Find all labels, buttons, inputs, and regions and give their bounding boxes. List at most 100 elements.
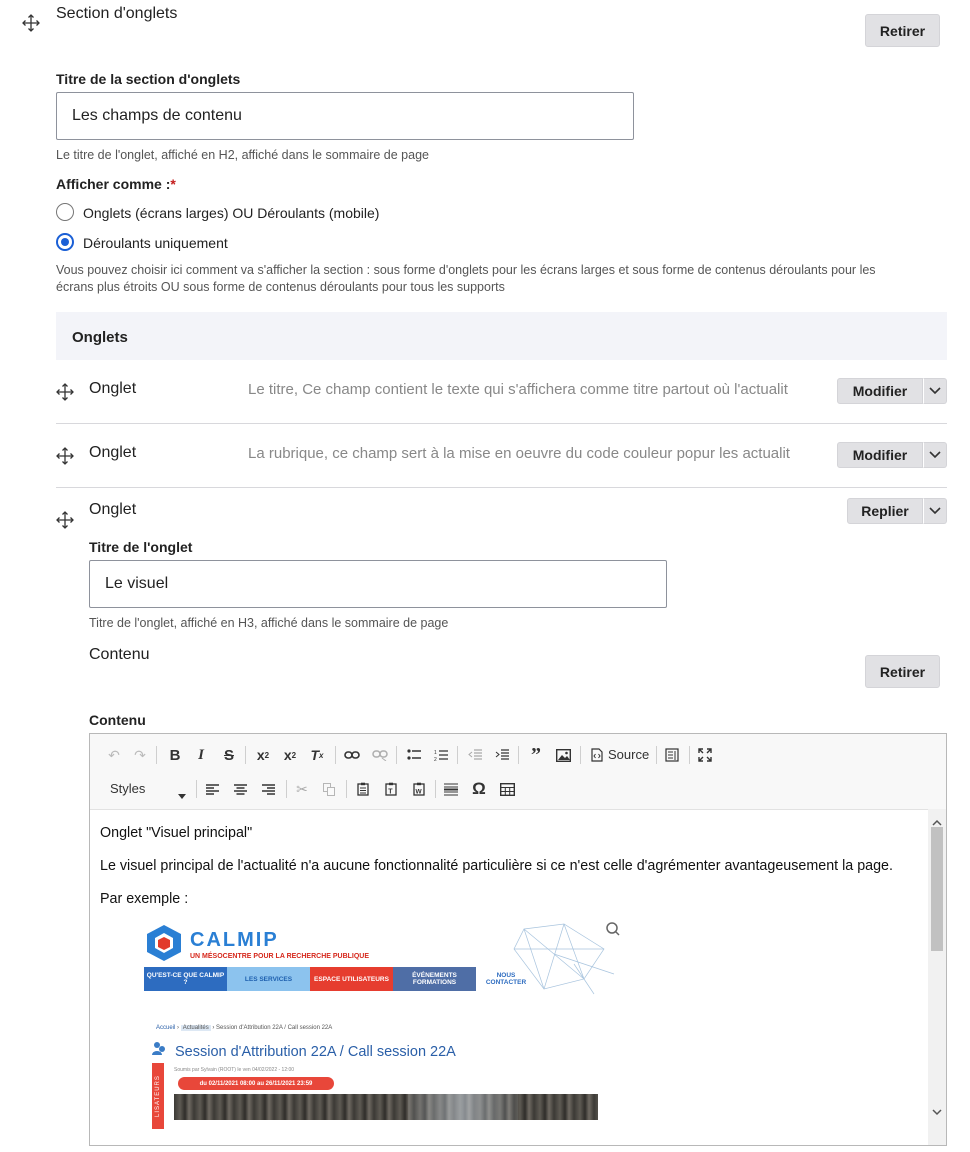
chevron-down-icon[interactable] bbox=[923, 442, 947, 468]
tab-row-summary: Le titre, Ce champ contient le texte qui… bbox=[248, 381, 788, 398]
tab-title-input[interactable]: Le visuel bbox=[89, 560, 667, 608]
fade-overlay bbox=[815, 378, 837, 404]
unlink-icon[interactable] bbox=[369, 744, 391, 766]
editor-scrollbar[interactable] bbox=[928, 809, 946, 1145]
required-mark: * bbox=[170, 176, 176, 192]
row-divider bbox=[56, 487, 947, 488]
image-photo-highlight bbox=[408, 1094, 518, 1120]
indent-icon[interactable] bbox=[491, 744, 513, 766]
image-nav-item: NOUS CONTACTER bbox=[485, 972, 527, 986]
fade-overlay bbox=[815, 442, 837, 468]
radio-tabs-or-dropdowns[interactable] bbox=[56, 203, 74, 221]
outdent-icon[interactable] bbox=[464, 744, 486, 766]
image-side-label: LISATEURS bbox=[152, 1063, 164, 1129]
scrollbar-thumb[interactable] bbox=[931, 827, 943, 951]
content-label: Contenu bbox=[89, 712, 146, 728]
svg-text:W: W bbox=[416, 789, 423, 796]
editor-paragraph: Par exemple : bbox=[100, 891, 189, 907]
bulleted-list-icon[interactable] bbox=[403, 744, 425, 766]
copy-icon[interactable] bbox=[318, 778, 340, 800]
styles-dropdown-label[interactable]: Styles bbox=[110, 781, 145, 796]
tab-title-label: Titre de l'onglet bbox=[89, 539, 193, 555]
align-center-icon[interactable] bbox=[229, 778, 251, 800]
svg-text:2: 2 bbox=[434, 757, 437, 761]
horizontal-line-icon[interactable] bbox=[440, 778, 462, 800]
tab-row-label: Onglet bbox=[89, 501, 137, 518]
content-heading: Contenu bbox=[89, 646, 150, 663]
image-icon[interactable] bbox=[552, 744, 574, 766]
table-icon[interactable] bbox=[496, 778, 518, 800]
chevron-down-icon[interactable] bbox=[178, 786, 186, 804]
paste-text-icon[interactable]: T bbox=[380, 778, 402, 800]
editor-paragraph: Le visuel principal de l'actualité n'a a… bbox=[100, 858, 893, 874]
editor-paragraph: Onglet "Visuel principal" bbox=[100, 825, 253, 841]
blockquote-icon[interactable]: ” bbox=[525, 744, 547, 766]
italic-icon[interactable]: I bbox=[190, 744, 212, 766]
radio-dropdowns-only[interactable] bbox=[56, 233, 74, 251]
align-left-icon[interactable] bbox=[201, 778, 223, 800]
edit-tab-button[interactable]: Modifier bbox=[837, 378, 923, 404]
special-character-icon[interactable]: Ω bbox=[468, 778, 490, 800]
subscript-icon[interactable]: x2 bbox=[252, 744, 274, 766]
drag-handle-icon[interactable] bbox=[22, 14, 40, 32]
embedded-image-header: CALMIP UN MÉSOCENTRE POUR LA RECHERCHE P… bbox=[144, 919, 620, 999]
image-breadcrumb: Accueil › Actualités › Session d'Attribu… bbox=[156, 1025, 333, 1031]
superscript-icon[interactable]: x2 bbox=[279, 744, 301, 766]
calmip-logo-icon bbox=[147, 925, 181, 961]
svg-text:T: T bbox=[388, 789, 393, 796]
image-tagline: UN MÉSOCENTRE POUR LA RECHERCHE PUBLIQUE bbox=[190, 953, 370, 960]
source-label[interactable]: Source bbox=[608, 747, 649, 762]
tab-section-title-input[interactable]: Les champs de contenu bbox=[56, 92, 634, 140]
edit-tab-button[interactable]: Modifier bbox=[837, 442, 923, 468]
image-photo bbox=[174, 1094, 598, 1120]
link-icon[interactable] bbox=[341, 744, 363, 766]
redo-icon[interactable]: ↷ bbox=[129, 744, 151, 766]
rich-text-editor: ↶ ↷ B I S x2 x2 Tx 12 ” Source Styles ✂ … bbox=[89, 733, 947, 1146]
tabs-header: Onglets bbox=[72, 329, 128, 346]
svg-text:1: 1 bbox=[434, 750, 437, 756]
image-nav-item: ÉVÉNEMENTS FORMATIONS bbox=[393, 967, 476, 991]
remove-content-button[interactable]: Retirer bbox=[865, 655, 940, 688]
numbered-list-icon[interactable]: 12 bbox=[430, 744, 452, 766]
undo-icon[interactable]: ↶ bbox=[103, 744, 125, 766]
chevron-down-icon[interactable] bbox=[923, 378, 947, 404]
cut-icon[interactable]: ✂ bbox=[291, 778, 313, 800]
editor-toolbar: ↶ ↷ B I S x2 x2 Tx 12 ” Source Styles ✂ … bbox=[90, 734, 946, 810]
tab-title-description: Titre de l'onglet, affiché en H3, affich… bbox=[89, 616, 449, 630]
align-right-icon[interactable] bbox=[257, 778, 279, 800]
image-brand: CALMIP bbox=[190, 929, 279, 951]
source-icon[interactable] bbox=[586, 744, 608, 766]
strikethrough-icon[interactable]: S bbox=[218, 744, 240, 766]
editor-content[interactable]: Onglet "Visuel principal" Le visuel prin… bbox=[90, 809, 946, 1145]
radio-dropdowns-only-label[interactable]: Déroulants uniquement bbox=[83, 235, 228, 251]
collapse-tab-button[interactable]: Replier bbox=[847, 498, 923, 524]
tabs-header-bar bbox=[56, 312, 947, 360]
tab-row-summary: La rubrique, ce champ sert à la mise en … bbox=[248, 445, 790, 462]
image-date-badge: du 02/11/2021 08:00 au 26/11/2021 23:59 bbox=[178, 1077, 334, 1090]
maximize-icon[interactable] bbox=[694, 744, 716, 766]
image-nav-item: LES SERVICES bbox=[227, 967, 310, 991]
remove-section-button[interactable]: Retirer bbox=[865, 14, 940, 47]
image-nav-item: ESPACE UTILISATEURS bbox=[310, 967, 393, 991]
image-nav-item: QU'EST-CE QUE CALMIP ? bbox=[144, 967, 227, 991]
drag-handle-icon[interactable] bbox=[56, 383, 74, 401]
image-meta: Soumis par Sylvain (ROOT) le ven 04/02/2… bbox=[174, 1067, 295, 1073]
drag-handle-icon[interactable] bbox=[56, 447, 74, 465]
radio-tabs-or-dropdowns-label[interactable]: Onglets (écrans larges) OU Déroulants (m… bbox=[83, 205, 379, 221]
users-icon bbox=[152, 1042, 165, 1055]
display-as-description: Vous pouvez choisir ici comment va s'aff… bbox=[56, 263, 876, 294]
scroll-down-arrow-icon[interactable] bbox=[932, 1103, 942, 1121]
chevron-down-icon[interactable] bbox=[923, 498, 947, 524]
paste-icon[interactable] bbox=[352, 778, 374, 800]
drag-handle-icon[interactable] bbox=[56, 511, 74, 529]
remove-format-icon[interactable]: Tx bbox=[306, 744, 328, 766]
section-title: Section d'onglets bbox=[56, 5, 178, 22]
paste-from-word-icon[interactable]: W bbox=[408, 778, 430, 800]
tab-section-title-description: Le titre de l'onglet, affiché en H2, aff… bbox=[56, 148, 429, 162]
show-blocks-icon[interactable] bbox=[661, 744, 683, 766]
tab-row-label: Onglet bbox=[89, 444, 137, 461]
tab-row-label: Onglet bbox=[89, 380, 137, 397]
display-as-label: Afficher comme :* bbox=[56, 176, 176, 192]
bold-icon[interactable]: B bbox=[164, 744, 186, 766]
image-article-title: Session d'Attribution 22A / Call session… bbox=[175, 1044, 456, 1060]
